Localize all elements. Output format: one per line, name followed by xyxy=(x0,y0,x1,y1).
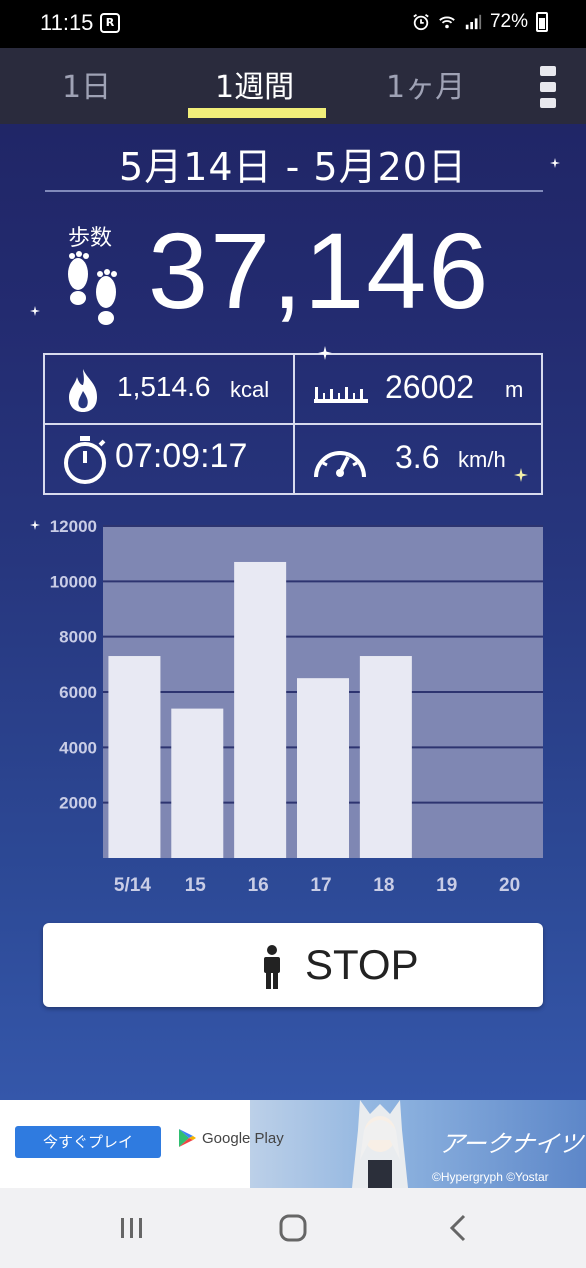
speedometer-icon xyxy=(314,451,366,478)
calories-unit: kcal xyxy=(230,377,270,402)
y-tick-label: 2000 xyxy=(59,794,97,813)
distance-unit: m xyxy=(505,377,524,402)
active-tab-indicator xyxy=(188,108,326,118)
system-nav-bar xyxy=(0,1188,586,1268)
x-tick-label: 16 xyxy=(248,875,269,896)
person-icon xyxy=(264,945,280,989)
tab-day[interactable]: 1日 xyxy=(62,62,111,106)
steps-total: 37,146 xyxy=(148,210,491,331)
overflow-menu-button[interactable] xyxy=(540,66,556,108)
tab-month[interactable]: 1ヶ月 xyxy=(386,62,465,106)
google-play-label: Google Play xyxy=(202,1129,284,1147)
ruler-icon xyxy=(314,387,368,403)
stopwatch-icon xyxy=(64,436,106,484)
chart-bar xyxy=(359,656,412,858)
chart-bar xyxy=(108,656,161,858)
alarm-icon xyxy=(413,14,429,31)
stop-button-label: STOP xyxy=(305,941,419,988)
ad-banner[interactable]: 今すぐプレイ Google Play アークナイツ ©Hypergryph ©Y… xyxy=(0,1100,586,1188)
y-tick-label: 12000 xyxy=(50,518,97,536)
flame-icon xyxy=(69,369,97,412)
chart-bar xyxy=(171,708,224,858)
pedometer-app: 1日 1週間 1ヶ月 5月14日 - 5月20日 歩数 37,146 1,514… xyxy=(0,48,586,1100)
ad-play-now-button[interactable]: 今すぐプレイ xyxy=(15,1126,161,1158)
chart-bar xyxy=(234,561,287,858)
sparkle-icon xyxy=(30,306,40,316)
ad-game-logo: アークナイツ xyxy=(437,1130,585,1158)
y-tick-label: 6000 xyxy=(59,683,97,702)
header-divider xyxy=(45,190,543,192)
sparkle-icon xyxy=(318,346,332,360)
recent-apps-icon[interactable] xyxy=(112,1210,152,1246)
battery-percent: 72% xyxy=(489,11,528,32)
stats-grid: 1,514.6 kcal 26002 m 07:09:17 3.6 km/h xyxy=(43,353,543,495)
x-tick-label: 17 xyxy=(310,875,331,896)
chart-svg: 2000 4000 6000 8000 10000 12000 5/14 15 16 17 18 19… xyxy=(50,517,543,896)
weekly-steps-chart: 2000 4000 6000 8000 10000 12000 5/14 15 16 17 18 19… xyxy=(0,517,586,898)
ad-character-image xyxy=(352,1100,408,1188)
speed-value: 3.6 xyxy=(395,439,440,475)
distance-value: 26002 xyxy=(385,369,474,405)
google-play-badge[interactable]: Google Play xyxy=(178,1128,284,1148)
y-tick-label: 4000 xyxy=(59,738,97,757)
notification-app-icon: R xyxy=(100,13,120,33)
x-tick-label: 18 xyxy=(373,875,394,896)
status-right: 72% xyxy=(412,11,548,33)
status-time: 11:15 xyxy=(40,10,94,35)
y-tick-label: 8000 xyxy=(59,628,97,647)
signal-icon xyxy=(465,14,482,30)
sparkle-icon xyxy=(30,520,40,530)
y-tick-label: 10000 xyxy=(50,572,97,591)
date-range: 5月14日 - 5月20日 xyxy=(119,145,467,189)
back-icon[interactable] xyxy=(440,1210,480,1246)
footprints-icon xyxy=(68,251,117,325)
x-tick-label: 15 xyxy=(185,875,207,896)
period-tabs: 1日 1週間 1ヶ月 xyxy=(0,48,586,124)
x-tick-label: 19 xyxy=(436,875,457,896)
x-tick-label: 20 xyxy=(499,875,520,896)
status-bar: 11:15 R 72% xyxy=(0,0,586,48)
google-play-icon xyxy=(179,1129,196,1147)
speed-unit: km/h xyxy=(458,447,506,472)
sparkle-icon xyxy=(550,158,560,168)
sparkle-icon xyxy=(514,468,528,482)
battery-icon xyxy=(536,12,548,32)
tab-week[interactable]: 1週間 xyxy=(215,62,294,106)
ad-credit: ©Hypergryph ©Yostar xyxy=(432,1170,549,1184)
calories-value: 1,514.6 xyxy=(117,371,211,402)
wifi-icon xyxy=(439,16,455,29)
home-icon[interactable] xyxy=(273,1210,313,1246)
x-tick-label: 5/14 xyxy=(114,875,151,896)
chart-bar xyxy=(297,678,349,858)
duration-value: 07:09:17 xyxy=(115,437,248,475)
stop-button[interactable]: STOP xyxy=(43,923,543,1007)
